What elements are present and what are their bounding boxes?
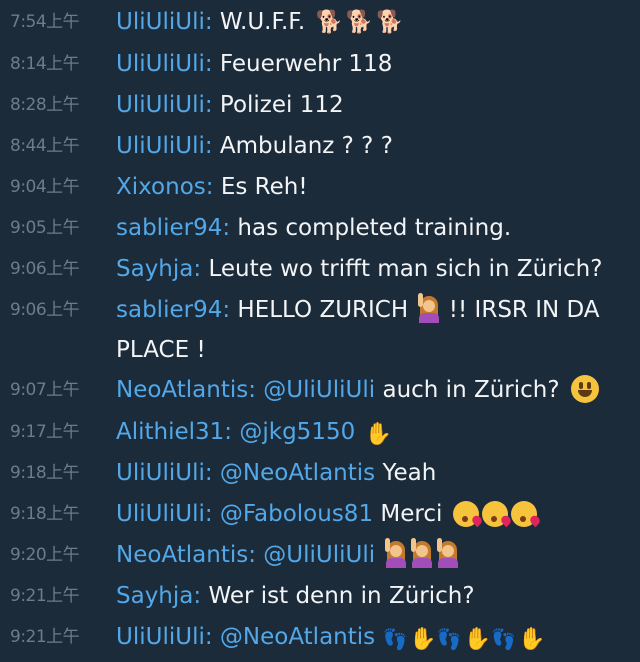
message-body: sablier94: has completed training. [116, 208, 640, 248]
footprints-icon: 👣 [436, 627, 462, 651]
message-timestamp: 9:21上午 [10, 586, 80, 606]
message-username[interactable]: NeoAtlantis: [116, 377, 256, 403]
message-timestamp: 9:05上午 [10, 218, 80, 238]
message-username[interactable]: Xixonos: [116, 174, 214, 200]
message-mention[interactable]: @Fabolous81 [220, 501, 373, 527]
message-body: NeoAtlantis: @UliUliUli auch in Zürich? [116, 370, 640, 410]
chat-message: 9:18上午 UliUliUli: @Fabolous81 Merci [0, 494, 640, 534]
chat-message: 9:21上午 Sayhja: Wer ist denn in Zürich? [0, 576, 640, 616]
message-timestamp: 7:54上午 [10, 12, 80, 32]
message-text: Es Reh! [220, 174, 308, 200]
waving-hand-icon: ✋ [364, 422, 392, 447]
chat-message: 8:14上午 UliUliUli: Feuerwehr 118 [0, 44, 640, 84]
chat-message: 9:05上午 sablier94: has completed training… [0, 208, 640, 248]
message-text: !! IRSR IN DA [448, 297, 600, 323]
message-body: UliUliUli: W.U.F.F. 🐕 🐕 🐕 [116, 2, 640, 43]
message-body: UliUliUli: @Fabolous81 Merci [116, 494, 640, 534]
message-text: HELLO ZURICH [237, 297, 409, 323]
message-username[interactable]: UliUliUli: [116, 92, 213, 118]
message-body: UliUliUli: Ambulanz ? ? ? [116, 126, 640, 166]
message-body: Sayhja: Leute wo trifft man sich in Züri… [116, 249, 640, 289]
chat-message: 9:20上午 NeoAtlantis: @UliUliUli [0, 535, 640, 575]
chat-message: 8:44上午 UliUliUli: Ambulanz ? ? ? [0, 126, 640, 166]
message-text: Merci [380, 501, 443, 527]
chat-message: 9:18上午 UliUliUli: @NeoAtlantis Yeah [0, 453, 640, 493]
message-timestamp: 9:18上午 [10, 463, 80, 483]
chat-message: 9:07上午 NeoAtlantis: @UliUliUli auch in Z… [0, 370, 640, 410]
message-username[interactable]: NeoAtlantis: [116, 542, 256, 568]
message-text: Polizei 112 [219, 92, 344, 118]
message-username[interactable]: UliUliUli: [116, 133, 213, 159]
person-raising-hand-icon [384, 538, 408, 568]
message-body: Alithiel31: @jkg5150 ✋ [116, 412, 640, 455]
message-timestamp: 9:07上午 [10, 380, 80, 400]
message-timestamp: 8:44上午 [10, 136, 80, 156]
message-username[interactable]: sablier94: [116, 215, 230, 241]
message-body: sablier94: HELLO ZURICH !! IRSR IN DA PL… [116, 290, 640, 370]
message-mention[interactable]: @jkg5150 [239, 419, 355, 445]
person-raising-hand-icon [410, 538, 434, 568]
person-raising-hand-icon [436, 538, 460, 568]
message-text: auch in Zürich? [382, 377, 560, 403]
waving-hand-icon: ✋ [463, 627, 492, 652]
footprints-icon: 👣 [382, 627, 408, 651]
message-timestamp: 9:20上午 [10, 545, 80, 565]
message-body: UliUliUli: @NeoAtlantis Yeah [116, 453, 640, 493]
message-timestamp: 9:21上午 [10, 627, 80, 647]
message-timestamp: 8:14上午 [10, 54, 80, 74]
message-username[interactable]: sablier94: [116, 297, 230, 323]
message-username[interactable]: UliUliUli: [116, 9, 213, 35]
message-username[interactable]: UliUliUli: [116, 460, 213, 486]
message-timestamp: 9:17上午 [10, 422, 80, 442]
face-blowing-kiss-icon [481, 501, 508, 527]
message-timestamp: 9:06上午 [10, 300, 80, 320]
message-username[interactable]: UliUliUli: [116, 624, 213, 650]
message-text: Ambulanz ? ? ? [219, 133, 393, 159]
person-raising-hand-icon [417, 293, 441, 323]
message-body: Xixonos: Es Reh! [116, 167, 640, 207]
message-username[interactable]: Alithiel31: [116, 419, 232, 445]
message-username[interactable]: Sayhja: [116, 256, 201, 282]
message-timestamp: 9:04上午 [10, 177, 80, 197]
message-body: NeoAtlantis: @UliUliUli [116, 535, 640, 575]
chat-message: 9:04上午 Xixonos: Es Reh! [0, 167, 640, 207]
dog-icon: 🐕 [315, 10, 343, 35]
footprints-icon: 👣 [491, 627, 516, 651]
message-text: Leute wo trifft man sich in Zürich? [208, 256, 603, 282]
message-username[interactable]: UliUliUli: [116, 501, 213, 527]
chat-log: 7:54上午 UliUliUli: W.U.F.F. 🐕 🐕 🐕 8:14上午 Ul… [0, 0, 640, 662]
message-text: Feuerwehr 118 [219, 51, 393, 77]
chat-message: 9:06上午 sablier94: HELLO ZURICH !! IRSR I… [0, 290, 640, 370]
message-timestamp: 9:06上午 [10, 259, 80, 279]
chat-message: 9:21上午 UliUliUli: @NeoAtlantis 👣✋👣✋👣✋ [0, 617, 640, 660]
message-text: Wer ist denn in Zürich? [208, 583, 475, 609]
message-username[interactable]: UliUliUli: [116, 51, 213, 77]
chat-message: 9:06上午 Sayhja: Leute wo trifft man sich … [0, 249, 640, 289]
dog-icon: 🐕 [345, 10, 374, 35]
chat-message: 7:54上午 UliUliUli: W.U.F.F. 🐕 🐕 🐕 [0, 2, 640, 43]
message-text: W.U.F.F. [219, 9, 306, 35]
message-text: has completed training. [237, 215, 512, 241]
message-body: UliUliUli: @NeoAtlantis 👣✋👣✋👣✋ [116, 617, 640, 660]
face-blowing-kiss-icon [510, 501, 537, 527]
message-username[interactable]: Sayhja: [116, 583, 201, 609]
message-mention[interactable]: @UliUliUli [263, 542, 375, 568]
message-body: UliUliUli: Polizei 112 [116, 85, 640, 125]
chat-message: 9:17上午 Alithiel31: @jkg5150 ✋ [0, 412, 640, 455]
face-blowing-kiss-icon [452, 501, 479, 527]
message-mention[interactable]: @UliUliUli [263, 377, 375, 403]
message-body: UliUliUli: Feuerwehr 118 [116, 44, 640, 84]
message-body: Sayhja: Wer ist denn in Zürich? [116, 576, 640, 616]
dog-icon: 🐕 [376, 10, 404, 35]
message-timestamp: 8:28上午 [10, 95, 80, 115]
message-text: PLACE ! [116, 337, 206, 363]
waving-hand-icon: ✋ [409, 627, 437, 652]
message-mention[interactable]: @NeoAtlantis [220, 624, 375, 650]
chat-message: 8:28上午 UliUliUli: Polizei 112 [0, 85, 640, 125]
waving-hand-icon: ✋ [517, 627, 546, 652]
smiley-face-icon [570, 375, 599, 403]
message-mention[interactable]: @NeoAtlantis [220, 460, 375, 486]
message-text: Yeah [382, 460, 437, 486]
message-timestamp: 9:18上午 [10, 504, 80, 524]
